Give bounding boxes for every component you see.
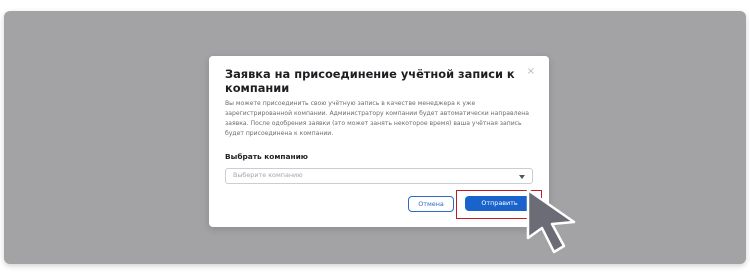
chevron-down-icon [519,175,525,179]
select-label: Выбрать компанию [225,152,308,161]
cancel-button[interactable]: Отмена [408,196,454,212]
select-placeholder: Выберите компанию [233,171,303,179]
submit-button[interactable]: Отправить [465,196,534,211]
modal-title: Заявка на присоединение учётной записи к… [225,67,515,95]
close-icon[interactable]: × [527,66,535,77]
modal-description: Вы можете присоединить свою учётную запи… [225,100,529,137]
join-company-modal: Заявка на присоединение учётной записи к… [209,56,549,227]
company-select[interactable]: Выберите компанию [225,168,533,184]
mouse-pointer-icon [526,188,576,254]
modal-overlay: Заявка на присоединение учётной записи к… [4,11,746,264]
